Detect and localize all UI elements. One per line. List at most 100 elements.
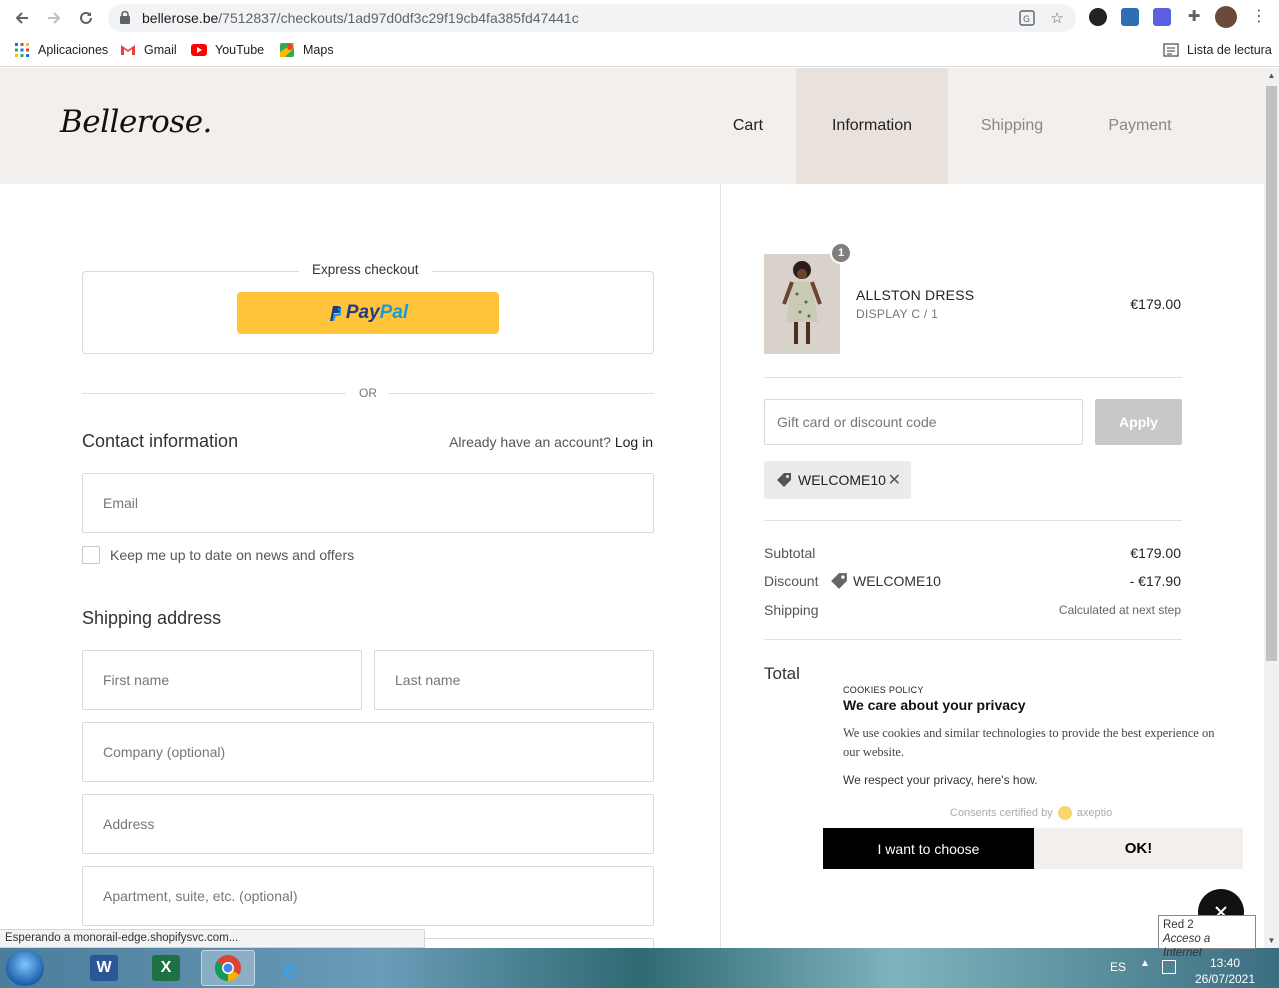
start-button[interactable] — [6, 950, 44, 986]
login-link[interactable]: Log in — [615, 434, 653, 450]
shipping-value: Calculated at next step — [1058, 603, 1181, 617]
apply-button[interactable]: Apply — [1095, 399, 1182, 445]
taskbar-chrome[interactable] — [201, 950, 255, 986]
scroll-down-icon[interactable]: ▼ — [1264, 933, 1279, 948]
summary-divider — [764, 377, 1182, 378]
lock-icon — [120, 11, 130, 24]
tag-icon — [777, 473, 791, 487]
network-status: Acceso a Internet — [1163, 933, 1211, 959]
privacy-link[interactable]: We respect your privacy, here's how. — [843, 773, 1038, 787]
bookmark-star-icon[interactable]: ☆ — [1048, 10, 1066, 28]
back-icon[interactable] — [11, 7, 33, 29]
remove-discount-icon[interactable]: ✕ — [888, 470, 901, 490]
taskbar-word[interactable]: W — [77, 950, 131, 986]
consent-certification: Consents certified by axeptio — [950, 806, 1112, 820]
cookie-policy-label: COOKIES POLICY — [843, 685, 924, 695]
contact-heading: Contact information — [82, 431, 239, 451]
svg-text:G: G — [1023, 15, 1030, 25]
scroll-up-icon[interactable]: ▲ — [1264, 68, 1279, 83]
step-shipping: Shipping — [980, 117, 1044, 134]
shipping-address-heading: Shipping address — [82, 608, 222, 628]
extensions-puzzle-icon[interactable]: ✚ — [1185, 8, 1203, 26]
translate-icon[interactable]: G — [1018, 10, 1036, 28]
taskbar-ie[interactable]: e — [263, 950, 317, 986]
browser-toolbar: bellerose.be/7512837/checkouts/1ad97d0df… — [0, 0, 1279, 36]
address-bar[interactable]: bellerose.be/7512837/checkouts/1ad97d0df… — [108, 4, 1076, 32]
newsletter-label[interactable]: Keep me up to date on news and offers — [110, 547, 354, 563]
company-field[interactable]: Company (optional) — [82, 722, 654, 782]
tray-expand-icon[interactable]: ▲ — [1140, 958, 1150, 969]
paypal-logo-icon — [329, 305, 341, 321]
product-price: €179.00 — [1130, 296, 1181, 312]
address-field[interactable]: Address — [82, 794, 654, 854]
bookmark-maps[interactable]: Maps — [279, 42, 334, 58]
applied-discount-tag: WELCOME10 ✕ — [764, 461, 911, 499]
avatar[interactable] — [1215, 6, 1237, 28]
maps-icon — [279, 42, 295, 58]
page-scrollbar[interactable]: ▲ ▼ — [1264, 68, 1279, 948]
choose-cookies-button[interactable]: I want to choose — [823, 828, 1034, 869]
last-name-field[interactable]: Last name — [374, 650, 654, 710]
shipping-label: Shipping — [764, 602, 819, 618]
forward-icon[interactable] — [43, 7, 65, 29]
step-information[interactable]: Information — [796, 68, 948, 184]
store-logo[interactable]: Bellerose. — [60, 104, 212, 140]
bookmarks-bar: Aplicaciones Gmail YouTube Maps Lista de… — [0, 36, 1279, 67]
summary-divider — [764, 639, 1182, 640]
reading-list-label: Lista de lectura — [1187, 43, 1272, 57]
newsletter-checkbox[interactable] — [82, 546, 100, 564]
language-indicator[interactable]: ES — [1110, 960, 1126, 974]
email-placeholder: Email — [103, 495, 139, 511]
discount-code-input[interactable]: Gift card or discount code — [764, 399, 1083, 445]
windows-taskbar: W X e ES ▲ — [0, 948, 1279, 988]
apartment-placeholder: Apartment, suite, etc. (optional) — [103, 888, 298, 904]
bookmark-youtube[interactable]: YouTube — [191, 42, 264, 58]
network-tooltip: Red 2 Acceso a Internet — [1158, 915, 1256, 959]
word-icon: W — [90, 955, 118, 981]
menu-kebab-icon[interactable]: ⋮ — [1250, 8, 1268, 26]
first-name-placeholder: First name — [103, 672, 170, 688]
step-payment: Payment — [1108, 117, 1172, 134]
network-icon[interactable] — [1162, 960, 1176, 974]
reading-list-icon — [1163, 42, 1179, 58]
bookmark-apps[interactable]: Aplicaciones — [14, 42, 108, 58]
summary-divider — [764, 520, 1182, 521]
paypal-button[interactable]: Pay Pal — [237, 292, 499, 334]
discount-placeholder: Gift card or discount code — [777, 414, 937, 430]
extension-w-icon[interactable] — [1089, 8, 1107, 26]
step-cart[interactable]: Cart — [716, 68, 780, 184]
first-name-field[interactable]: First name — [82, 650, 362, 710]
quantity-badge: 1 — [830, 242, 852, 264]
or-divider-right — [388, 393, 654, 394]
address-placeholder: Address — [103, 816, 155, 832]
discount-value: - €17.90 — [1129, 573, 1181, 589]
product-name: ALLSTON DRESS — [856, 287, 975, 303]
total-label: Total — [764, 664, 800, 683]
or-divider-left — [82, 393, 346, 394]
apartment-field[interactable]: Apartment, suite, etc. (optional) — [82, 866, 654, 926]
account-prompt: Already have an account? Log in — [449, 434, 653, 450]
cookie-popup: COOKIES POLICY We care about your privac… — [823, 680, 1243, 869]
accept-cookies-button[interactable]: OK! — [1034, 828, 1243, 869]
company-placeholder: Company (optional) — [103, 744, 226, 760]
bookmark-gmail[interactable]: Gmail — [120, 42, 177, 58]
extension-s-icon[interactable] — [1121, 8, 1139, 26]
extension-circle-icon[interactable] — [1153, 8, 1171, 26]
apps-grid-icon — [14, 42, 30, 58]
paypal-text-pay: Pay — [345, 302, 380, 323]
last-name-placeholder: Last name — [395, 672, 461, 688]
axeptio-logo-icon — [1057, 806, 1072, 820]
product-thumbnail — [764, 254, 840, 354]
network-name: Red 2 — [1163, 919, 1194, 931]
bookmark-label: Gmail — [144, 43, 177, 57]
chrome-icon — [214, 955, 241, 982]
reading-list[interactable]: Lista de lectura — [1163, 42, 1272, 58]
excel-icon: X — [152, 955, 180, 981]
reload-icon[interactable] — [75, 7, 97, 29]
or-text: OR — [359, 386, 377, 400]
taskbar-excel[interactable]: X — [139, 950, 193, 986]
scrollbar-thumb[interactable] — [1266, 86, 1277, 661]
account-prompt-text: Already have an account? — [449, 434, 611, 450]
email-field[interactable]: Email — [82, 473, 654, 533]
cookie-body: We use cookies and similar technologies … — [843, 726, 1215, 759]
